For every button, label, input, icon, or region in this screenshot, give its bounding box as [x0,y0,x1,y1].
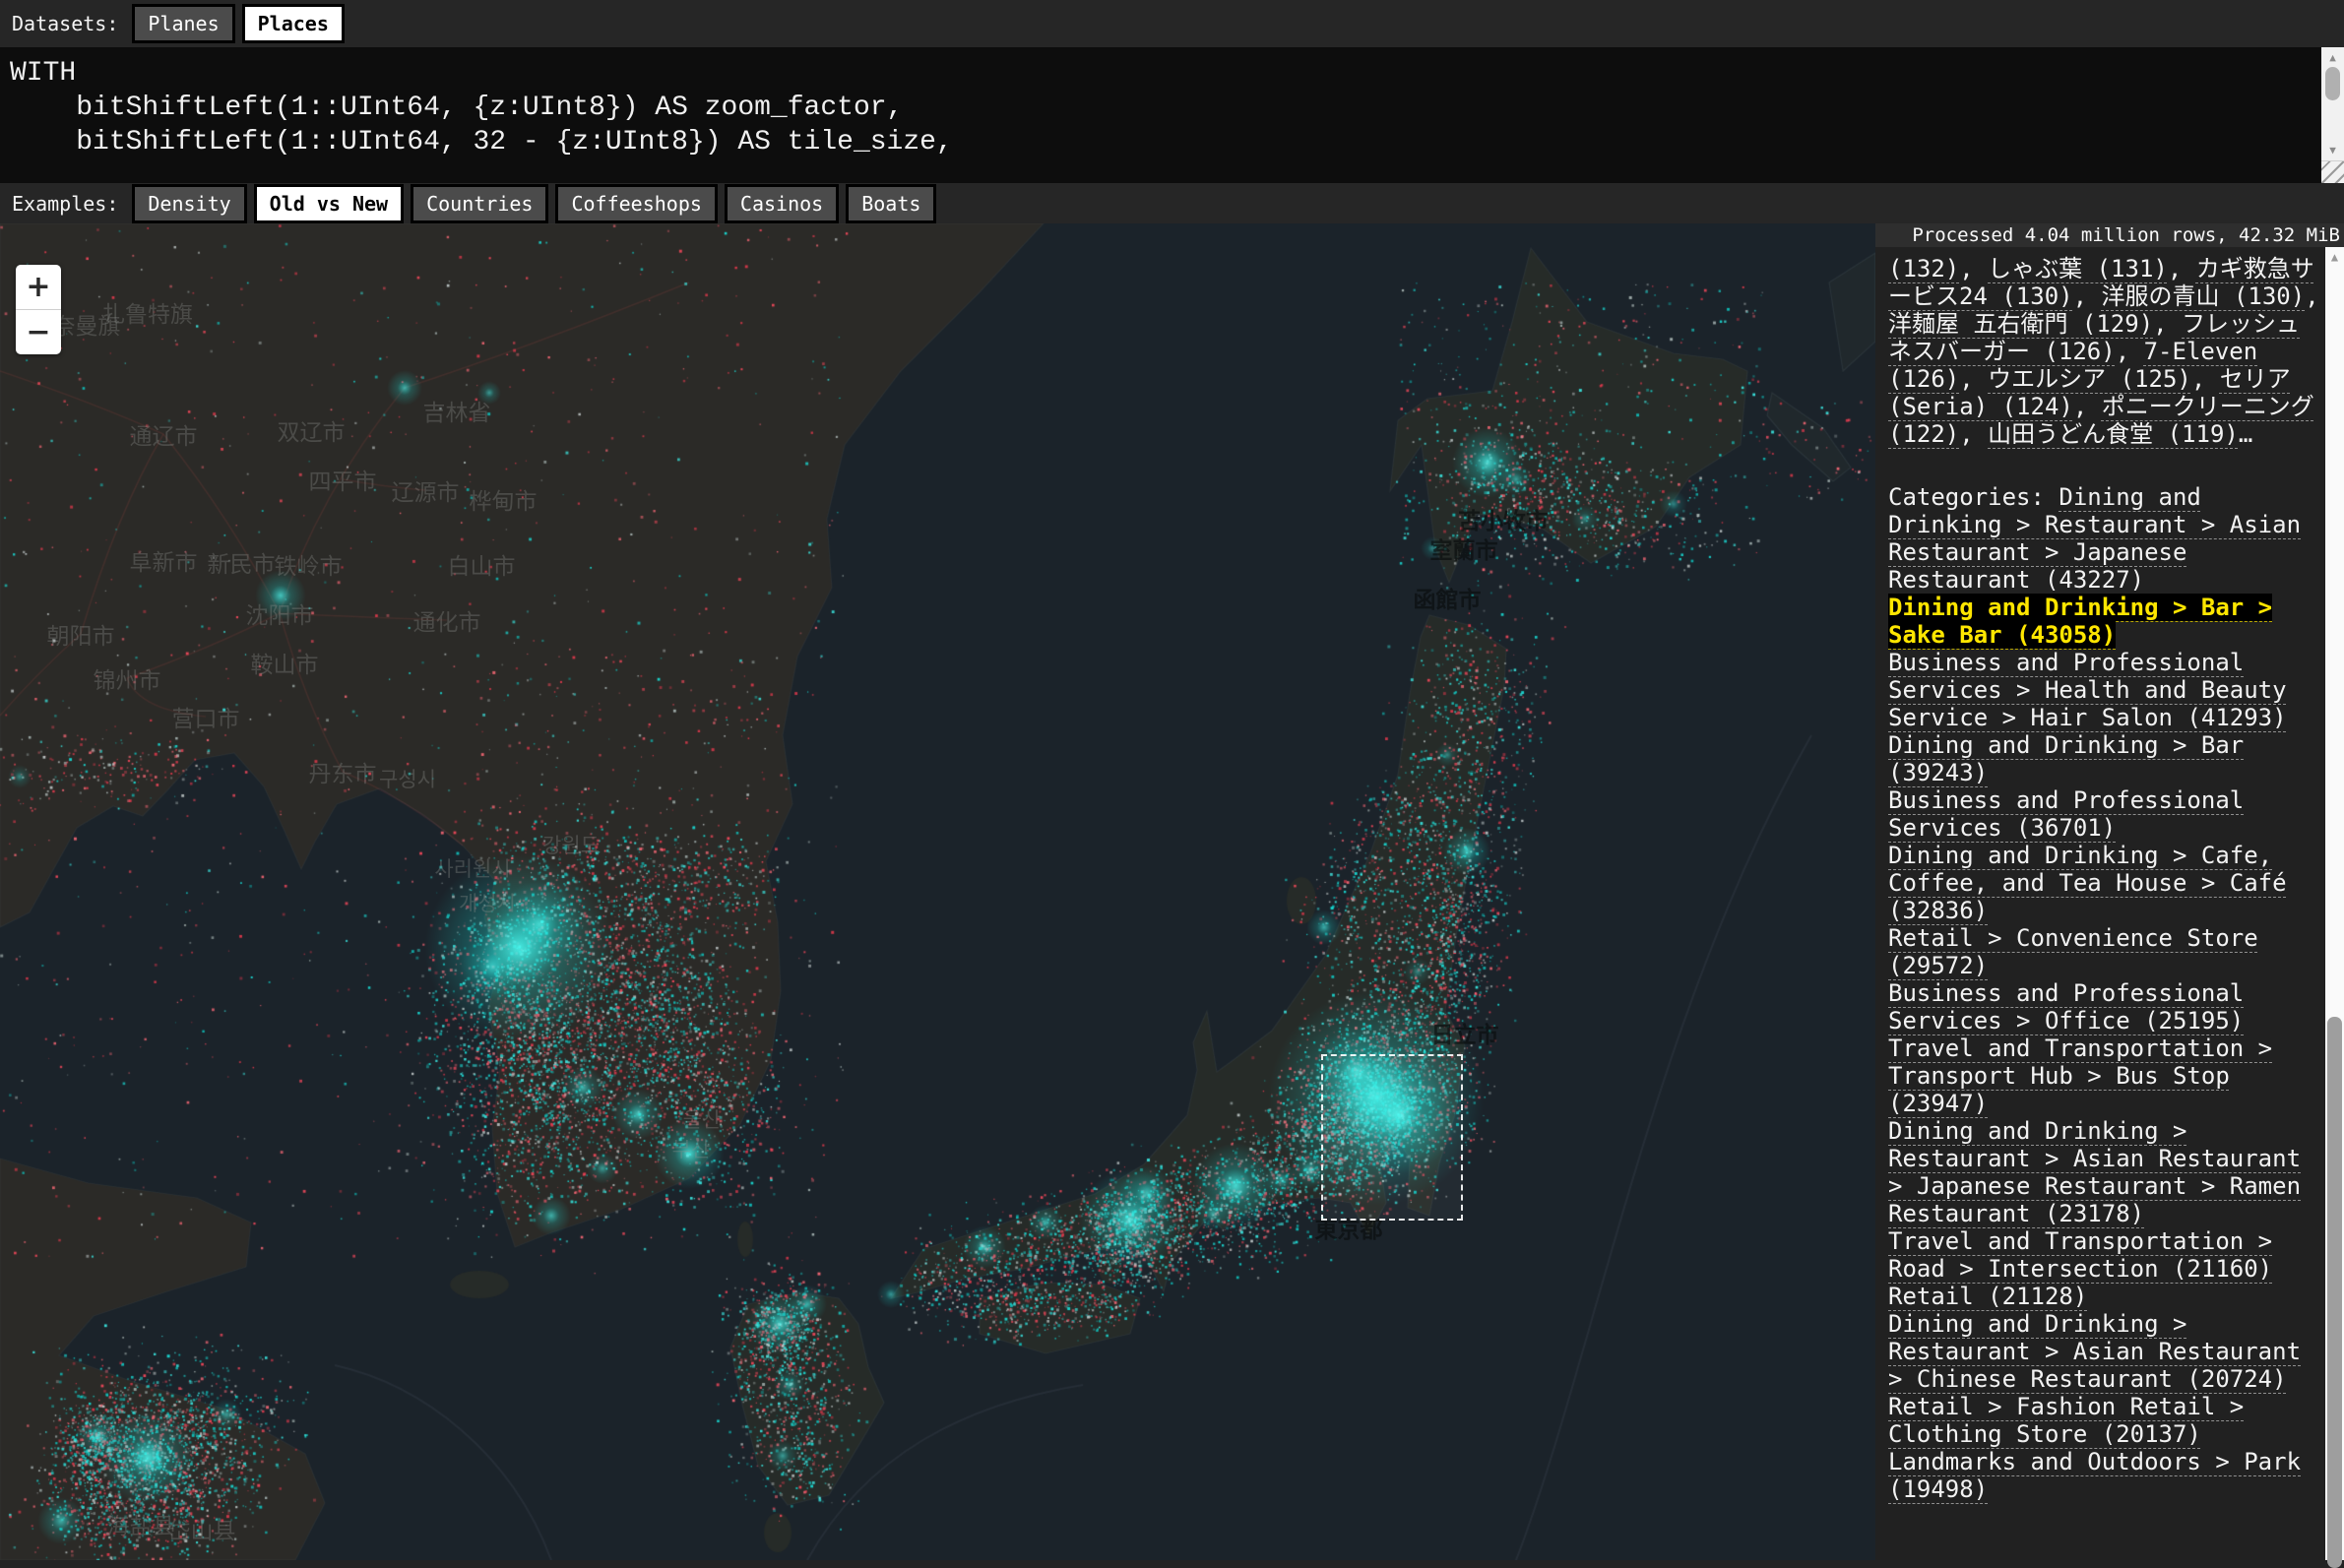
category-link[interactable]: Travel and Transportation > Transport Hu… [1888,1035,2272,1117]
category-link[interactable]: Business and Professional Services > Off… [1888,979,2244,1035]
editor-scrollbar[interactable]: ▲ ▼ [2321,47,2344,183]
category-link-highlighted[interactable]: Dining and Drinking > Bar > Sake Bar (43… [1888,594,2272,649]
example-button-old-vs-new[interactable]: Old vs New [254,184,404,223]
results-sidebar: (132), しゃぶ葉 (131), カギ救急サービス24 (130), 洋服の… [1875,247,2325,1560]
category-link[interactable]: Retail (21128) [1888,1283,2087,1310]
zoom-out-button[interactable]: − [16,309,61,354]
map-selection-rectangle[interactable] [1321,1054,1463,1221]
datasets-label: Datasets: [12,12,118,35]
name-link[interactable]: ウエルシア (125) [1988,365,2191,393]
editor-scroll-thumb[interactable] [2325,67,2340,100]
name-link[interactable]: 山田うどん食堂 (119) [1988,420,2239,448]
category-link[interactable]: Dining and Drinking > Cafe, Coffee, and … [1888,842,2287,924]
page-scroll-thumb[interactable] [2327,1017,2342,1568]
top-names-list: (132), しゃぶ葉 (131), カギ救急サービス24 (130), 洋服の… [1888,255,2321,448]
dataset-button-places[interactable]: Places [242,4,345,43]
example-button-countries[interactable]: Countries [411,184,548,223]
category-link[interactable]: Dining and Drinking > Bar (39243) [1888,731,2244,786]
sql-editor[interactable]: WITH bitShiftLeft(1::UInt64, {z:UInt8}) … [0,47,2344,183]
map-zoom-control: + − [16,265,61,354]
name-link[interactable]: (132) [1888,255,1959,282]
page-scroll-up-icon[interactable]: ▲ [2325,249,2344,265]
dataset-button-planes[interactable]: Planes [132,4,234,43]
example-button-casinos[interactable]: Casinos [725,184,839,223]
query-status-bar: Processed 4.04 million rows, 42.32 MiB [1875,223,2344,247]
categories-list: Categories: Dining and Drinking > Restau… [1888,483,2321,1503]
datasets-bar: Datasets: Planes Places [0,0,2344,47]
category-link[interactable]: Retail > Fashion Retail > Clothing Store… [1888,1393,2244,1448]
category-link[interactable]: Retail > Convenience Store (29572) [1888,924,2258,979]
examples-bar: Examples: Density Old vs New Countries C… [0,183,2344,223]
map-dots-layer[interactable] [0,223,1875,1560]
zoom-in-button[interactable]: + [16,265,61,309]
example-button-boats[interactable]: Boats [846,184,936,223]
editor-resize-grip-icon[interactable] [2321,160,2344,183]
example-button-coffeeshops[interactable]: Coffeeshops [555,184,717,223]
page-scrollbar[interactable]: ▲ [2325,247,2344,1560]
category-link[interactable]: Dining and Drinking > Restaurant > Asian… [1888,1117,2301,1227]
examples-label: Examples: [12,192,118,216]
map-canvas-area[interactable]: 扎鲁特旗奈曼旗通辽市双辽市吉林省四平市辽源市桦甸市阜新市新民市铁岭市白山市沈阳市… [0,223,1875,1560]
name-link[interactable]: しゃぶ葉 (131) [1988,255,2168,282]
category-link[interactable]: Business and Professional Services > Hea… [1888,649,2287,731]
example-button-density[interactable]: Density [132,184,246,223]
sql-editor-text[interactable]: WITH bitShiftLeft(1::UInt64, {z:UInt8}) … [0,47,2344,183]
category-link[interactable]: Dining and Drinking > Restaurant > Asian… [1888,1310,2301,1393]
name-link[interactable]: 洋麺屋 五右衛門 (129) [1888,310,2153,338]
name-link[interactable]: 洋服の青山 (130) [2102,282,2306,310]
category-link[interactable]: Travel and Transportation > Road > Inter… [1888,1227,2272,1283]
category-link[interactable]: Business and Professional Services (3670… [1888,786,2244,842]
query-status-text: Processed 4.04 million rows, 42.32 MiB [1912,224,2344,246]
editor-scroll-down-icon[interactable]: ▼ [2321,142,2344,157]
categories-label: Categories: [1888,483,2059,511]
category-link[interactable]: Landmarks and Outdoors > Park (19498) [1888,1448,2301,1503]
editor-scroll-up-icon[interactable]: ▲ [2321,49,2344,65]
